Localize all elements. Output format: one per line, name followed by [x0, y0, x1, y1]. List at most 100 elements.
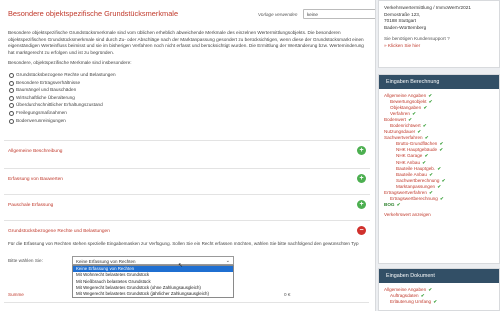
checkmark-icon: ✔ [406, 117, 413, 123]
address-line: Demostraße 123, [384, 11, 421, 17]
page-title: Besondere objektspezifische Grundstücksm… [8, 9, 179, 18]
address-line: Baden-Württemberg [384, 24, 427, 30]
list-item: Grundstücksbezogene Rechte und Belastung… [8, 71, 368, 79]
list-item: Baumängel und Bauschäden [8, 86, 368, 94]
nav-item-label: Brutto-Grundflächen [396, 141, 438, 147]
intro-paragraph: Besondere objektspezifische Grundstücksm… [8, 30, 364, 55]
section-header[interactable]: Erfassung von Bauwerten + [4, 169, 370, 189]
checkmark-icon: ✔ [416, 129, 422, 135]
address-card: Verkehrswertermittlung / ImmoWertV2021 D… [378, 0, 500, 68]
template-select[interactable]: keine [303, 9, 375, 19]
page: Besondere objektspezifische Grundstücksm… [0, 0, 500, 311]
checkmark-icon: ✔ [438, 147, 444, 153]
section-header[interactable]: Grundstücksbezogene Rechte und Belastung… [4, 221, 370, 241]
section-bauwerte: Erfassung von Bauwerten + [4, 168, 370, 189]
calculation-nav: Allgemeine Angaben ✔ Bewertungsobjekt ✔ Ob… [379, 89, 499, 222]
nav-item-label: Sachwertberechnung [396, 177, 440, 183]
section-header[interactable]: Allgemeine Beschreibung + [4, 141, 370, 161]
checkmark-icon: ✔ [436, 165, 442, 171]
nav-item-label: NHK Hauptgebäude [396, 147, 438, 153]
checkmark-icon: ✔ [423, 153, 429, 159]
nav-item[interactable]: Erläuterung Umfang ✔ [384, 299, 494, 305]
section-rechte-belastungen: Grundstücksbezogene Rechte und Belastung… [4, 220, 370, 247]
address-line: 70188 Stuttgart [384, 18, 417, 24]
panel-eingaben-dokument: Eingaben Dokument Allgemeine Angaben ✔ Au… [378, 268, 500, 311]
panel-title: Eingaben Berechnung [379, 75, 499, 89]
section-pauschale-erfassung: Pauschale Erfassung + [4, 194, 370, 215]
checkmark-icon: ✔ [395, 201, 401, 207]
list-item: Freilegungsmaßnahmen [8, 109, 368, 117]
checkmark-icon: ✔ [410, 111, 417, 117]
nav-item-label: Bauteile Anbau [396, 171, 427, 177]
rights-type-select-value: Keine Erfassung von Rechten [76, 258, 136, 264]
sidebar: Verkehrswertermittlung / ImmoWertV2021 D… [378, 0, 500, 311]
support-link[interactable]: » Klicken Sie hier [384, 43, 420, 48]
section-title: Erfassung von Bauwerten [8, 177, 63, 182]
checkmark-icon: ✔ [427, 171, 434, 177]
nav-item-label: Verfahren [390, 111, 410, 117]
chevron-down-icon: ⌄ [225, 258, 230, 264]
nav-item-bog[interactable]: BOG ✔ [384, 202, 494, 208]
checkmark-icon: ✔ [427, 189, 434, 195]
nav-item-label: Sachwertverfahren [384, 135, 423, 141]
divider [4, 302, 369, 303]
checkmark-icon: ✔ [421, 123, 427, 129]
checkmark-icon: ✔ [422, 105, 428, 111]
template-select-value: keine [307, 12, 318, 17]
address-line: Verkehrswertermittlung / ImmoWertV2021 [384, 5, 471, 10]
intro-text: Besondere objektspezifische Grundstücksm… [8, 30, 368, 124]
list-item: Bodenverunreinigungen [8, 117, 368, 125]
nav-item-label: Erläuterung Umfang [390, 299, 432, 305]
support-text: Sie benötigen Kundensupport ? [384, 36, 450, 42]
section-title: Pauschale Erfassung [8, 203, 54, 208]
nav-item-label: Ertragswertberechnung [390, 195, 438, 201]
section-description: Für die Erfassung von Rechten stehen spe… [8, 241, 359, 246]
section-allgemeine-beschreibung: Allgemeine Beschreibung + [4, 140, 370, 161]
checkmark-icon: ✔ [440, 177, 446, 183]
nav-item-label: Bauteile Hauptgeb. [396, 165, 436, 171]
rights-type-select[interactable]: Keine Erfassung von Rechten ⌄ [72, 256, 234, 265]
list-item: Wirtschaftliche Überalterung [8, 94, 368, 102]
choose-label: Bitte wählen Sie: [8, 258, 43, 263]
document-nav: Allgemeine Angaben ✔ Auftragsdaten ✔ Erläu… [379, 283, 499, 309]
checkmark-icon: ✔ [427, 93, 433, 98]
show-value-link[interactable]: Verkehrswert anzeigen [384, 212, 494, 218]
sum-value: 0 € [284, 292, 291, 297]
nav-item-label: Ertragswertverfahren [384, 189, 427, 195]
feature-list: Grundstücksbezogene Rechte und Belastung… [8, 71, 368, 124]
nav-item-label: Nutzungsdauer [384, 129, 416, 135]
main-panel: Besondere objektspezifische Grundstücksm… [0, 0, 376, 311]
checkmark-icon: ✔ [421, 159, 427, 165]
nav-item-label: Auftragsdaten [390, 293, 419, 299]
checkmark-icon: ✔ [427, 287, 433, 292]
nav-item-label: Bodenwert [384, 117, 406, 123]
nav-item-label: Objektangaben [390, 105, 422, 111]
panel-eingaben-berechnung: Eingaben Berechnung Allgemeine Angaben ✔… [378, 74, 500, 264]
address-block: Verkehrswertermittlung / ImmoWertV2021 D… [379, 1, 499, 54]
nav-item-label: Allgemeine Angaben [384, 93, 427, 98]
section-title: Grundstücksbezogene Rechte und Belastung… [8, 229, 110, 234]
mouse-cursor-icon: ↖ [178, 263, 184, 269]
title-bar: Besondere objektspezifische Grundstücksm… [8, 6, 375, 22]
section-header[interactable]: Pauschale Erfassung + [4, 195, 370, 215]
checkmark-icon: ✔ [423, 135, 429, 141]
nav-item-label: Bodenrichtwert [390, 123, 421, 129]
checkmark-icon: ✔ [432, 299, 438, 305]
panel-title: Eingaben Dokument [379, 269, 499, 283]
nav-item-label: Allgemeine Angaben [384, 287, 427, 292]
section-title: Allgemeine Beschreibung [8, 149, 63, 154]
nav-item-label: BOG [384, 201, 395, 207]
collapse-button[interactable]: − [357, 226, 366, 235]
template-label: Vorlage verwenden [258, 12, 298, 17]
checkmark-icon: ✔ [419, 293, 425, 299]
nav-item-label: Bewertungsobjekt [390, 99, 427, 105]
nav-item-label: NHK Anbau [396, 159, 421, 165]
expand-button[interactable]: + [357, 174, 366, 183]
nav-item-label: Marktanpassungen [396, 183, 436, 189]
expand-button[interactable]: + [357, 146, 366, 155]
checkmark-icon: ✔ [438, 141, 444, 147]
nav-item-label: NHK Garage [396, 153, 423, 159]
list-intro: Besondere, objektspezifische Merkmale si… [8, 60, 132, 66]
expand-button[interactable]: + [357, 200, 366, 209]
list-item: Überdurchschnittlicher Erhaltungszustand [8, 101, 368, 109]
